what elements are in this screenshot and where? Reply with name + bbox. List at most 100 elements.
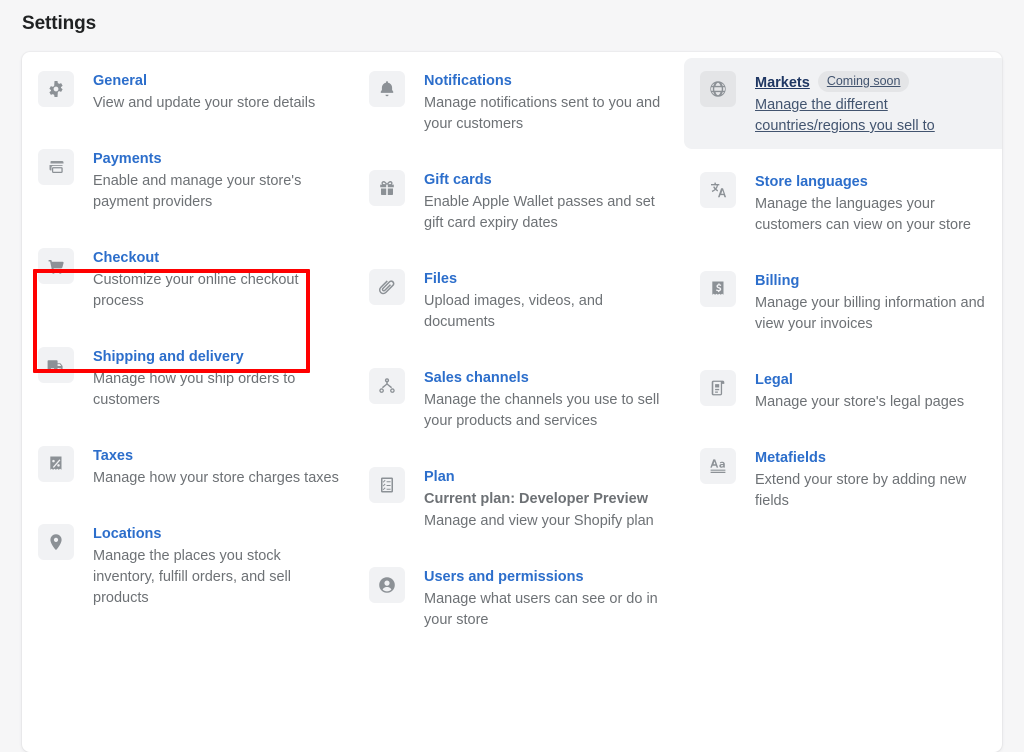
settings-item-general[interactable]: General View and update your store detai… [22, 58, 353, 126]
settings-item-description: Manage how your store charges taxes [93, 470, 339, 486]
settings-item-body: Notifications Manage notifications sent … [424, 70, 670, 135]
settings-item-sales-channels[interactable]: Sales channels Manage the channels you u… [353, 355, 684, 444]
settings-item-body: Gift cards Enable Apple Wallet passes an… [424, 169, 670, 234]
settings-item-title-row: Users and permissions [424, 568, 584, 585]
settings-item-subtitle: Current plan: Developer Preview [424, 491, 649, 507]
user-circle-icon [369, 567, 405, 603]
receipt-percent-icon [38, 446, 74, 482]
settings-item-title-row: Legal [755, 371, 793, 388]
settings-item-description: Manage the places you stock inventory, f… [93, 548, 291, 606]
settings-item-title: Sales channels [424, 370, 529, 386]
shopping-cart-icon [38, 248, 74, 284]
settings-item-description: Manage the different countries/regions y… [755, 97, 935, 134]
settings-item-title: Markets [755, 75, 810, 91]
settings-item-title-row: Locations [93, 525, 161, 542]
metafields-text-icon [700, 448, 736, 484]
settings-item-title: Users and permissions [424, 569, 584, 585]
settings-item-legal[interactable]: Legal Manage your store's legal pages [684, 357, 1002, 425]
settings-item-title: Payments [93, 151, 162, 167]
settings-item-taxes[interactable]: Taxes Manage how your store charges taxe… [22, 433, 353, 501]
settings-item-title-row: Taxes [93, 447, 133, 464]
settings-item-title-row: Notifications [424, 72, 512, 89]
settings-item-body: Legal Manage your store's legal pages [755, 369, 964, 413]
settings-item-checkout[interactable]: Checkout Customize your online checkout … [22, 235, 353, 324]
page-header: Settings [0, 0, 1024, 40]
settings-item-title: Taxes [93, 448, 134, 464]
settings-item-description: Manage your store's legal pages [755, 394, 965, 410]
settings-item-description: Upload images, videos, and documents [424, 293, 603, 330]
settings-item-title: Store languages [755, 174, 868, 190]
settings-item-title-row: Payments [93, 150, 162, 167]
settings-item-plan[interactable]: Plan Current plan: Developer Preview Man… [353, 454, 684, 544]
settings-item-title: General [93, 73, 147, 89]
settings-item-title-row: Billing [755, 272, 799, 289]
settings-item-description: Enable Apple Wallet passes and set gift … [424, 194, 655, 231]
settings-item-description: Manage the channels you use to sell your… [424, 392, 660, 429]
settings-item-body: Checkout Customize your online checkout … [93, 247, 339, 312]
settings-item-description: View and update your store details [93, 95, 316, 111]
settings-item-title: Shipping and delivery [93, 349, 244, 365]
settings-item-description: Manage notifications sent to you and you… [424, 95, 661, 132]
settings-item-gift-cards[interactable]: Gift cards Enable Apple Wallet passes an… [353, 157, 684, 246]
settings-item-store-languages[interactable]: Store languages Manage the languages you… [684, 159, 1002, 248]
settings-item-body: Markets Coming soon Manage the different … [755, 70, 1001, 137]
checklist-icon [369, 467, 405, 503]
page-title: Settings [22, 13, 97, 34]
settings-item-title-row: Sales channels [424, 369, 529, 386]
settings-item-body: Users and permissions Manage what users … [424, 566, 670, 631]
billing-receipt-icon [700, 271, 736, 307]
settings-item-body: Metafields Extend your store by adding n… [755, 447, 1001, 512]
settings-column-right: Markets Coming soon Manage the different … [684, 58, 1002, 653]
settings-item-metafields[interactable]: Metafields Extend your store by adding n… [684, 435, 1002, 524]
settings-item-description: Extend your store by adding new fields [755, 472, 967, 509]
legal-scroll-icon [700, 370, 736, 406]
settings-item-files[interactable]: Files Upload images, videos, and documen… [353, 256, 684, 345]
settings-item-title: Billing [755, 273, 800, 289]
settings-item-description: Customize your online checkout process [93, 272, 299, 309]
gift-card-icon [369, 170, 405, 206]
settings-item-body: Plan Current plan: Developer Preview Man… [424, 466, 654, 532]
settings-item-description: Manage and view your Shopify plan [424, 513, 654, 529]
settings-item-body: General View and update your store detai… [93, 70, 315, 114]
settings-item-description: Manage what users can see or do in your … [424, 591, 658, 628]
settings-item-locations[interactable]: Locations Manage the places you stock in… [22, 511, 353, 621]
settings-column-left: General View and update your store detai… [22, 58, 353, 653]
settings-grid: General View and update your store detai… [22, 52, 1002, 653]
settings-item-description: Manage the languages your customers can … [755, 196, 971, 233]
translate-icon [700, 172, 736, 208]
settings-item-title-row: Markets Coming soon [755, 71, 910, 92]
globe-icon [700, 71, 736, 107]
settings-item-title: Notifications [424, 73, 512, 89]
settings-item-notifications[interactable]: Notifications Manage notifications sent … [353, 58, 684, 147]
settings-item-title: Plan [424, 469, 455, 485]
settings-item-title-row: Plan [424, 468, 455, 485]
sales-channels-icon [369, 368, 405, 404]
settings-item-title: Files [424, 271, 458, 287]
settings-item-title-row: Store languages [755, 173, 868, 190]
credit-cards-icon [38, 149, 74, 185]
settings-item-payments[interactable]: Payments Enable and manage your store's … [22, 136, 353, 225]
settings-item-title-row: Shipping and delivery [93, 348, 244, 365]
settings-item-billing[interactable]: Billing Manage your billing information … [684, 258, 1002, 347]
paperclip-icon [369, 269, 405, 305]
settings-item-users-and-permissions[interactable]: Users and permissions Manage what users … [353, 554, 684, 643]
settings-column-middle: Notifications Manage notifications sent … [353, 58, 684, 653]
settings-item-description: Enable and manage your store's payment p… [93, 173, 302, 210]
settings-item-title-row: Metafields [755, 449, 826, 466]
settings-item-body: Locations Manage the places you stock in… [93, 523, 339, 609]
settings-item-title-row: Gift cards [424, 171, 492, 188]
settings-item-title-row: General [93, 72, 147, 89]
location-pin-icon [38, 524, 74, 560]
settings-item-title: Locations [93, 526, 162, 542]
settings-item-markets[interactable]: Markets Coming soon Manage the different … [684, 58, 1002, 149]
settings-item-description: Manage how you ship orders to customers [93, 371, 296, 408]
settings-item-body: Taxes Manage how your store charges taxe… [93, 445, 339, 489]
delivery-truck-icon [38, 347, 74, 383]
settings-item-shipping-and-delivery[interactable]: Shipping and delivery Manage how you shi… [22, 334, 353, 423]
status-badge: Coming soon [817, 71, 910, 92]
settings-item-title: Metafields [755, 450, 826, 466]
settings-item-body: Shipping and delivery Manage how you shi… [93, 346, 339, 411]
settings-item-title: Checkout [93, 250, 160, 266]
settings-item-title: Legal [755, 372, 793, 388]
settings-item-title-row: Files [424, 270, 457, 287]
